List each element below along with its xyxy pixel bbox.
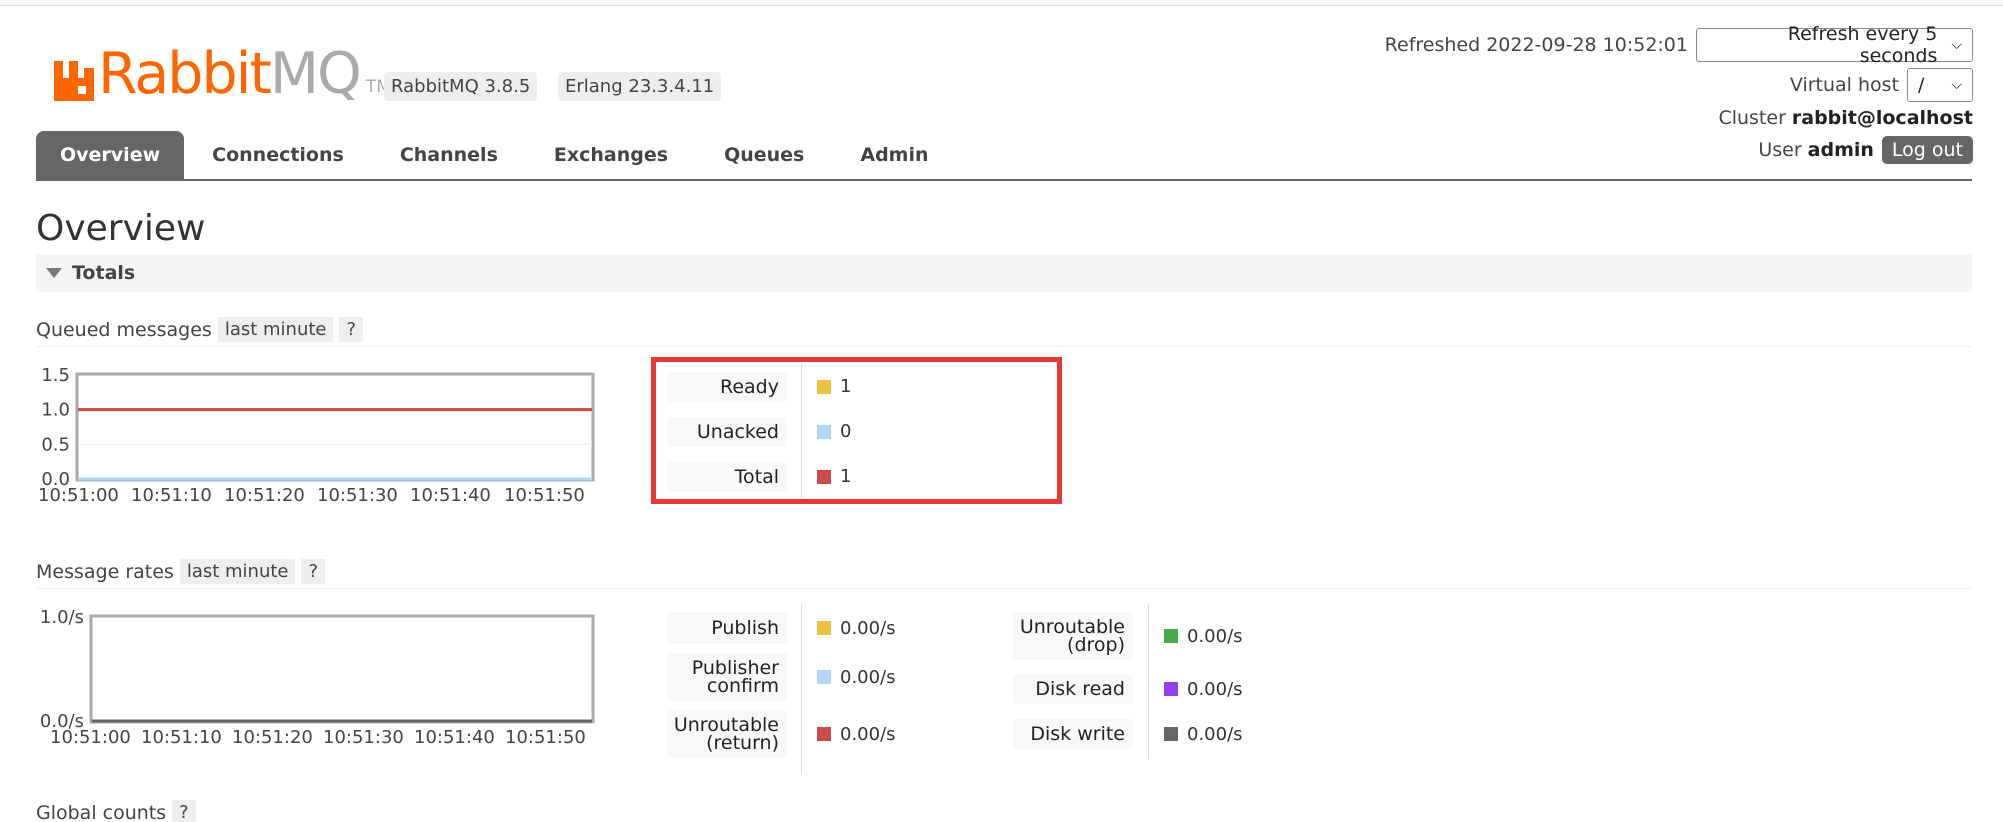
tab-exchanges[interactable]: Exchanges <box>526 131 696 179</box>
y-tick-label: 1.5 <box>41 365 70 386</box>
queued-messages-label: Queued messages <box>36 318 212 341</box>
legend-label-unroutable-return: Unroutable (return) <box>667 710 787 758</box>
main-nav: Overview Connections Channels Exchanges … <box>36 131 1972 181</box>
x-tick-label: 10:51:20 <box>232 727 313 748</box>
highlight-box <box>651 357 1062 504</box>
global-counts-header: Global counts ? <box>36 800 1972 822</box>
rates-legend-right: Unroutable (drop) 0.00/s Disk read 0.00/… <box>1013 612 1243 749</box>
legend-swatch-publish <box>817 621 831 635</box>
rates-range-selector[interactable]: last minute <box>179 559 296 584</box>
logo-rabbit-text: Rabbit <box>98 41 272 107</box>
virtual-host-label: Virtual host <box>1789 74 1899 96</box>
page-title: Overview <box>36 208 206 249</box>
refreshed-timestamp: Refreshed 2022-09-28 10:52:01 <box>1384 34 1688 56</box>
x-tick-label: 10:51:00 <box>38 485 119 506</box>
legend-swatch-unroutable-drop <box>1164 629 1178 643</box>
totals-section-title: Totals <box>72 262 136 284</box>
y-tick-label: 0.5 <box>41 434 70 455</box>
legend-label-publish: Publish <box>667 612 787 644</box>
rates-legend-left: Publish 0.00/s Publisher confirm 0.00/s … <box>667 612 896 758</box>
refresh-interval-select[interactable]: Refresh every 5 seconds ⌵ <box>1696 23 1973 67</box>
legend-row-publish: Publish 0.00/s <box>667 612 896 644</box>
queued-chart-plot-area <box>75 372 595 482</box>
queued-messages-chart: 0.00.51.01.5 10:51:00 10:51:10 10:51:20 10:… <box>38 365 595 506</box>
window-top-edge <box>0 0 2003 6</box>
queued-chart-xticks: 10:51:00 10:51:10 10:51:20 10:51:30 10:51:40… <box>38 485 585 506</box>
rates-legend-divider-left <box>801 604 802 774</box>
legend-row-unroutable-return: Unroutable (return) 0.00/s <box>667 710 896 758</box>
legend-label-publisher-confirm: Publisher confirm <box>667 653 787 701</box>
rates-chart-xticks: 10:51:00 10:51:10 10:51:20 10:51:30 10:51:40… <box>50 727 586 748</box>
rabbit-logo-icon <box>54 61 94 101</box>
refresh-interval-value: Refresh every 5 seconds <box>1787 23 1938 67</box>
legend-swatch-disk-read <box>1164 682 1178 696</box>
rates-chart-plot-area <box>89 614 595 724</box>
legend-swatch-disk-write <box>1164 727 1178 741</box>
rates-legend-divider-right <box>1148 604 1149 759</box>
chevron-down-icon: ⌵ <box>1951 77 1962 93</box>
x-tick-label: 10:51:40 <box>414 727 495 748</box>
tab-admin[interactable]: Admin <box>832 131 956 179</box>
cluster-label: Cluster <box>1718 107 1786 129</box>
x-tick-label: 10:51:50 <box>504 485 585 506</box>
legend-label-unroutable-drop: Unroutable (drop) <box>1013 612 1133 660</box>
logo-mq-text: MQ <box>269 41 362 107</box>
queued-chart-yticks: 0.00.51.01.5 <box>41 365 70 490</box>
x-tick-label: 10:51:30 <box>323 727 404 748</box>
x-tick-label: 10:51:00 <box>50 727 131 748</box>
totals-section-toggle[interactable]: Totals <box>36 254 1972 292</box>
legend-value-disk-write: 0.00/s <box>1187 723 1243 745</box>
message-rates-chart: 0.0/s1.0/s 10:51:00 10:51:10 10:51:20 10:51… <box>40 607 595 748</box>
y-tick-label: 1.0/s <box>40 607 84 628</box>
queued-range-selector[interactable]: last minute <box>217 317 334 342</box>
collapse-triangle-icon <box>46 268 62 278</box>
rabbitmq-logo[interactable]: RabbitMQ TM <box>52 46 391 103</box>
global-help-button[interactable]: ? <box>172 800 196 822</box>
legend-value-unroutable-return: 0.00/s <box>840 723 896 745</box>
legend-row-disk-read: Disk read 0.00/s <box>1013 674 1243 704</box>
erlang-version-badge: Erlang 23.3.4.11 <box>558 72 722 101</box>
legend-swatch-unroutable-return <box>817 727 831 741</box>
virtual-host-select[interactable]: / ⌵ <box>1907 68 1973 102</box>
tab-channels[interactable]: Channels <box>372 131 526 179</box>
x-tick-label: 10:51:10 <box>131 485 212 506</box>
x-tick-label: 10:51:50 <box>505 727 586 748</box>
legend-row-publisher-confirm: Publisher confirm 0.00/s <box>667 653 896 701</box>
chevron-down-icon: ⌵ <box>1951 37 1962 53</box>
queued-messages-header: Queued messages last minute ? <box>36 317 1972 347</box>
x-tick-label: 10:51:20 <box>224 485 305 506</box>
legend-row-unroutable-drop: Unroutable (drop) 0.00/s <box>1013 612 1243 660</box>
legend-value-publish: 0.00/s <box>840 617 896 639</box>
virtual-host-value: / <box>1918 74 1925 96</box>
legend-swatch-publisher-confirm <box>817 670 831 684</box>
cluster-name: rabbit@localhost <box>1791 107 1973 129</box>
legend-label-disk-write: Disk write <box>1013 719 1133 749</box>
legend-value-publisher-confirm: 0.00/s <box>840 666 896 688</box>
tab-overview[interactable]: Overview <box>36 131 185 179</box>
x-tick-label: 10:51:30 <box>317 485 398 506</box>
tab-connections[interactable]: Connections <box>184 131 372 179</box>
legend-value-disk-read: 0.00/s <box>1187 678 1243 700</box>
x-tick-label: 10:51:40 <box>410 485 491 506</box>
rates-chart-yticks: 0.0/s1.0/s <box>40 607 84 732</box>
rates-help-button[interactable]: ? <box>301 559 326 584</box>
legend-label-disk-read: Disk read <box>1013 674 1133 704</box>
legend-value-unroutable-drop: 0.00/s <box>1187 625 1243 647</box>
legend-row-disk-write: Disk write 0.00/s <box>1013 719 1243 749</box>
message-rates-header: Message rates last minute ? <box>36 559 1972 589</box>
queued-help-button[interactable]: ? <box>339 317 364 342</box>
message-rates-label: Message rates <box>36 560 174 583</box>
tab-queues[interactable]: Queues <box>696 131 832 179</box>
x-tick-label: 10:51:10 <box>141 727 222 748</box>
global-counts-label: Global counts <box>36 801 167 822</box>
rabbitmq-version-badge: RabbitMQ 3.8.5 <box>384 72 538 101</box>
y-tick-label: 1.0 <box>41 400 70 421</box>
